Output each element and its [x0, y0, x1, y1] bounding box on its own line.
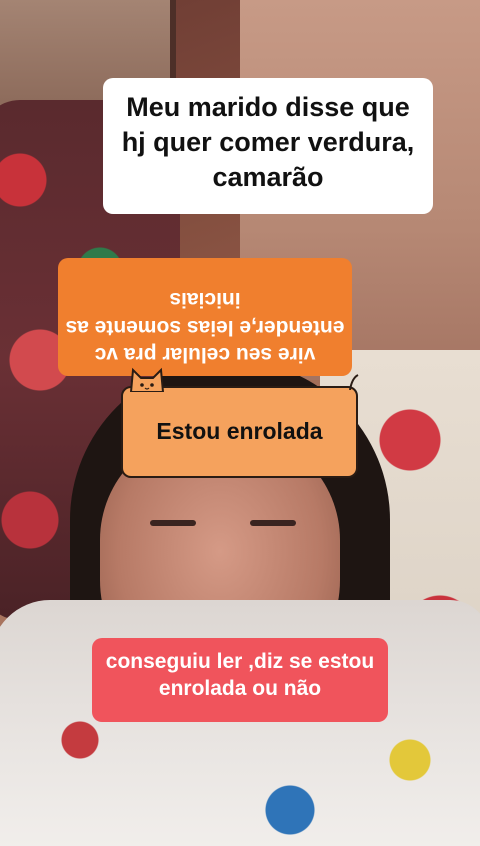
caption-top: Meu marido disse que hj quer comer verdu… — [103, 78, 433, 214]
cat-tail-icon — [349, 374, 359, 390]
caption-bottom: conseguiu ler ,diz se estou enrolada ou … — [92, 638, 388, 722]
video-frame: Meu marido disse que hj quer comer verdu… — [0, 0, 480, 846]
cat-sticker-label: Estou enrolada — [156, 418, 323, 445]
printed-pillow — [0, 600, 480, 846]
cat-ears-icon — [129, 367, 165, 392]
person-eye-left — [150, 520, 196, 526]
caption-upside-down: vire seu celular pra vc entender,e leias… — [58, 258, 352, 376]
cat-sticker-box: Estou enrolada — [121, 367, 359, 478]
person-eye-right — [250, 520, 296, 526]
